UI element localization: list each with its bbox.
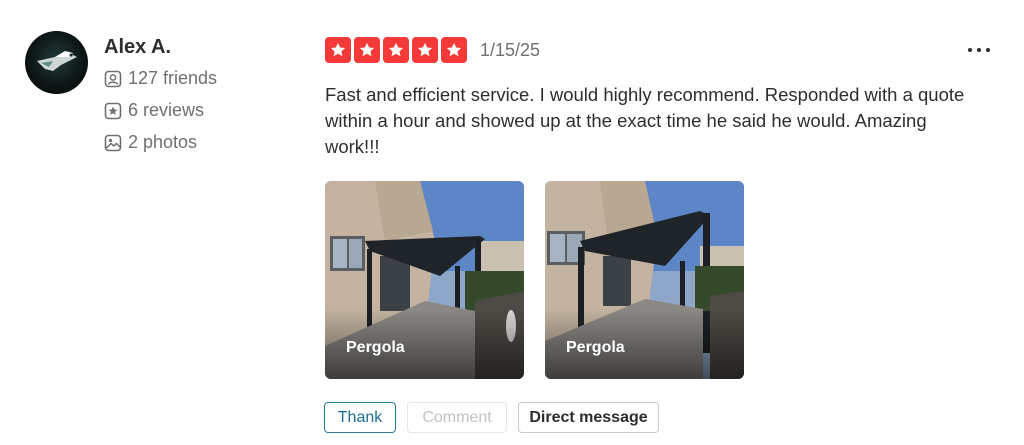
more-options-icon[interactable]: [963, 38, 995, 62]
photo-icon: [104, 134, 122, 151]
comment-button[interactable]: Comment: [407, 402, 507, 433]
review-photo[interactable]: Pergola: [545, 181, 744, 379]
user-reviews-count: 6 reviews: [104, 100, 204, 121]
user-name[interactable]: Alex A.: [104, 36, 171, 59]
star-rating: [325, 37, 467, 63]
friends-icon: [104, 70, 122, 87]
star-icon: [441, 37, 467, 63]
friends-label: 127 friends: [128, 68, 218, 88]
photo-caption: Pergola: [346, 339, 405, 356]
star-icon: [354, 37, 380, 63]
review-date: 1/15/25: [480, 40, 541, 60]
review-photo[interactable]: Pergola: [325, 181, 524, 379]
star-icon: [383, 37, 409, 63]
star-icon: [325, 37, 351, 63]
direct-message-button[interactable]: Direct message: [518, 402, 659, 433]
star-icon: [412, 37, 438, 63]
photo-caption: Pergola: [566, 339, 625, 356]
user-avatar[interactable]: [25, 31, 88, 94]
review-text: Fast and efficient service. I would high…: [325, 84, 965, 157]
reviews-label: 6 reviews: [128, 100, 205, 120]
thank-button[interactable]: Thank: [324, 402, 396, 433]
photos-label: 2 photos: [128, 132, 198, 152]
eagle-logo-icon: [37, 51, 77, 71]
user-photos-count: 2 photos: [104, 132, 197, 153]
review-star-icon: [104, 102, 122, 119]
user-friends-count: 127 friends: [104, 68, 217, 89]
